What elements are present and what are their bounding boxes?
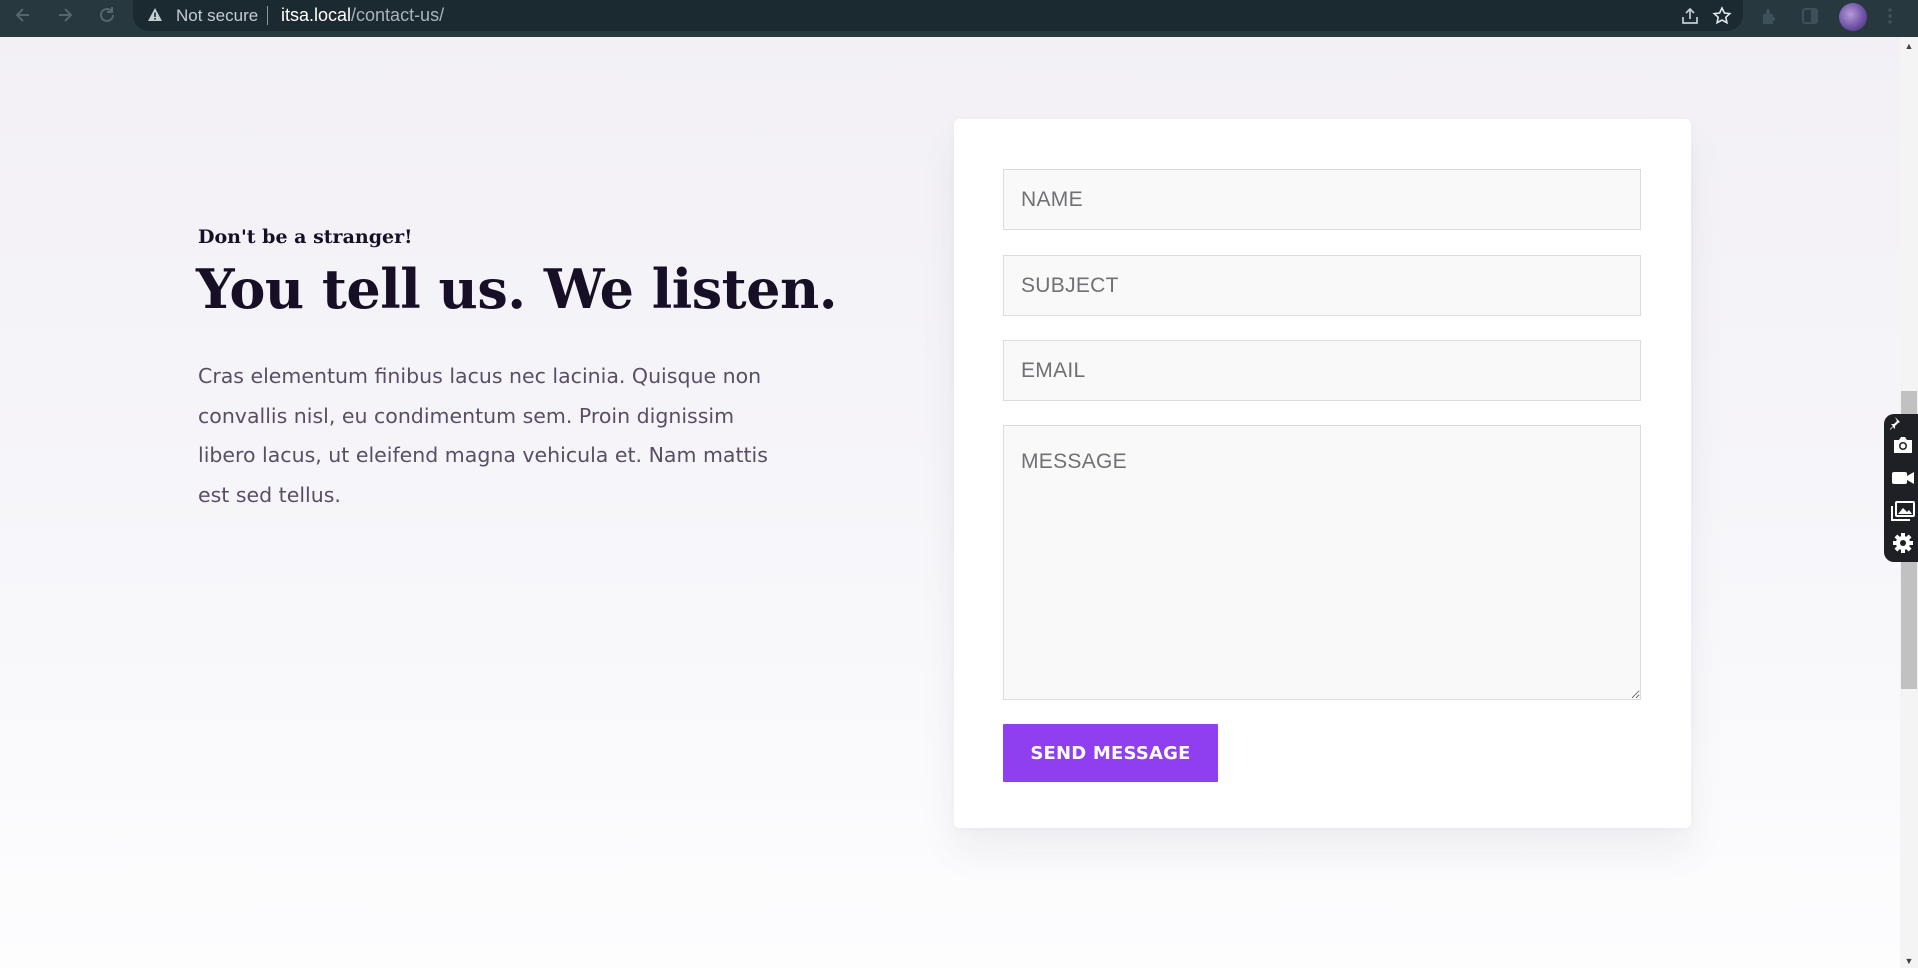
browser-toolbar: Not secure itsa.local/contact-us/ xyxy=(0,0,1918,37)
extensions-icon[interactable] xyxy=(1759,6,1779,26)
scroll-down-arrow-icon[interactable]: ▼ xyxy=(1900,956,1918,966)
omnibox-divider xyxy=(267,6,268,25)
page-title: You tell us. We listen. xyxy=(196,257,838,321)
url-host: itsa.local xyxy=(281,5,352,25)
sidebar-icon[interactable] xyxy=(1800,6,1820,26)
contact-tagline: Don't be a stranger! xyxy=(198,226,413,248)
email-input[interactable] xyxy=(1003,340,1641,401)
url-text[interactable]: itsa.local/contact-us/ xyxy=(281,5,444,26)
capture-toolbar xyxy=(1884,414,1918,562)
gear-icon[interactable] xyxy=(1891,532,1915,554)
contact-form: SEND MESSAGE xyxy=(954,119,1691,828)
camera-icon[interactable] xyxy=(1891,434,1915,456)
menu-icon[interactable] xyxy=(1887,6,1895,26)
gallery-icon[interactable] xyxy=(1891,500,1915,522)
warning-icon xyxy=(147,7,163,23)
contact-description: Cras elementum finibus lacus nec lacinia… xyxy=(198,364,768,507)
pin-icon[interactable] xyxy=(1888,416,1902,430)
star-icon[interactable] xyxy=(1711,5,1733,27)
name-input[interactable] xyxy=(1003,169,1641,230)
avatar[interactable] xyxy=(1839,3,1867,31)
security-status[interactable]: Not secure xyxy=(176,6,258,26)
subject-input[interactable] xyxy=(1003,255,1641,316)
forward-icon[interactable] xyxy=(52,5,78,31)
scroll-up-arrow-icon[interactable]: ▲ xyxy=(1900,41,1918,51)
share-icon[interactable] xyxy=(1679,5,1701,27)
video-icon[interactable] xyxy=(1891,467,1915,489)
back-icon[interactable] xyxy=(10,5,36,31)
url-path: /contact-us/ xyxy=(351,5,445,25)
send-message-button[interactable]: SEND MESSAGE xyxy=(1003,724,1218,782)
reload-icon[interactable] xyxy=(94,5,120,31)
address-bar[interactable]: Not secure itsa.local/contact-us/ xyxy=(133,0,1743,31)
message-textarea[interactable] xyxy=(1003,425,1641,700)
